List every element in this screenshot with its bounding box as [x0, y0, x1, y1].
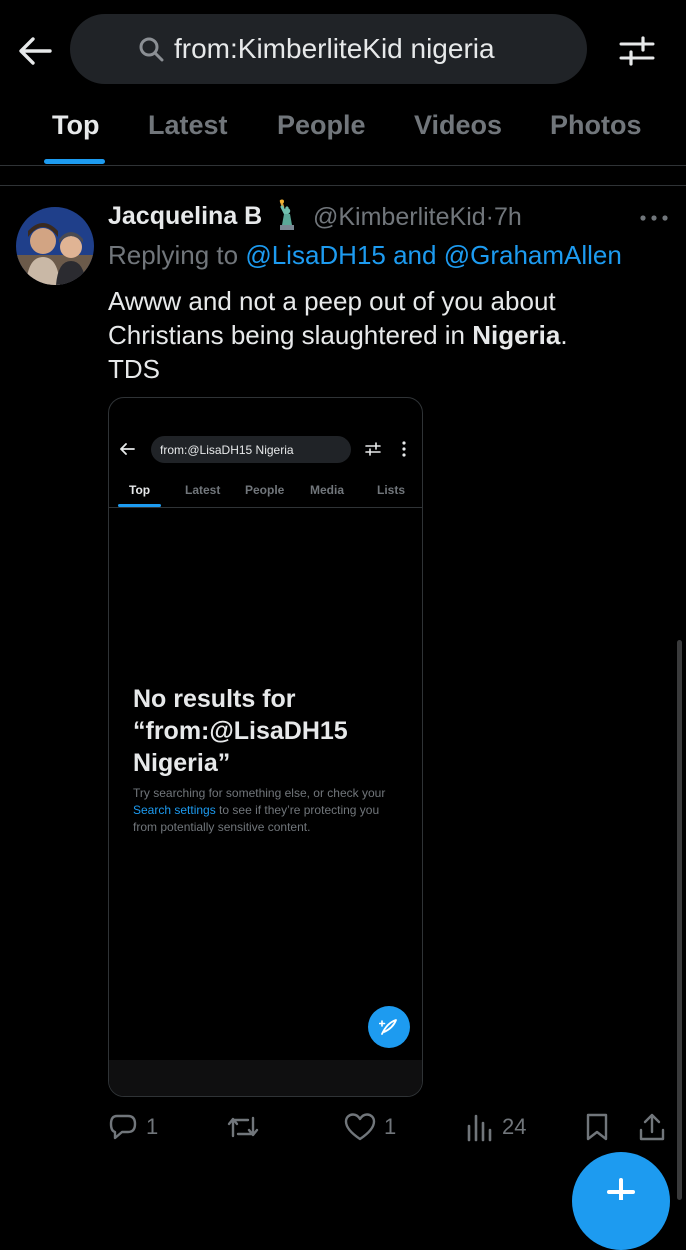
embedded-tab-latest: Latest: [185, 483, 221, 497]
retweet-button[interactable]: [226, 1112, 268, 1142]
embedded-no-results-heading: No results for “from:@LisaDH15 Nigeria”: [133, 685, 348, 777]
tweet-time[interactable]: 7h: [494, 203, 522, 231]
feed-divider: [0, 185, 686, 186]
more-options-button[interactable]: [638, 208, 670, 228]
tweet-text: Awww and not a peep out of you about Chr…: [108, 284, 648, 386]
embedded-search-settings-link: Search settings: [133, 803, 216, 817]
tab-photos[interactable]: Photos: [550, 110, 642, 141]
tab-top[interactable]: Top: [52, 110, 99, 141]
tab-people[interactable]: People: [277, 110, 366, 141]
embedded-sliders-icon: [365, 441, 381, 457]
embedded-tab-media: Media: [310, 483, 345, 497]
embedded-body-start: Try searching for something else, or che…: [133, 786, 386, 800]
replying-to: Replying to @LisaDH15 and @GrahamAllen: [108, 240, 622, 271]
reply-button[interactable]: 1: [108, 1112, 158, 1142]
views-chart-icon: [467, 1114, 492, 1142]
tweet-text-line3: TDS: [108, 354, 160, 384]
back-button[interactable]: [14, 30, 56, 72]
embedded-back-icon: [119, 442, 135, 456]
embedded-tab-lists: Lists: [377, 483, 406, 497]
retweet-icon: [227, 1116, 259, 1138]
embedded-tabs-divider: [109, 507, 422, 508]
embedded-no-results-body: Try searching for something else, or che…: [133, 785, 403, 836]
plus-icon: [607, 1178, 635, 1200]
embedded-bottom-bar: [109, 1060, 422, 1096]
author-handle-time: @KimberliteKid·7h: [313, 203, 522, 232]
search-icon: [139, 37, 164, 62]
avatar[interactable]: [16, 207, 94, 285]
more-horizontal-icon: [640, 215, 668, 221]
views-count: 24: [502, 1114, 527, 1139]
bookmark-button[interactable]: [584, 1112, 610, 1142]
embedded-compose-icon: [368, 1006, 410, 1048]
active-tab-indicator: [44, 159, 105, 164]
author-name[interactable]: Jacquelina B: [108, 202, 262, 231]
reply-count: 1: [146, 1114, 159, 1139]
share-icon: [639, 1113, 665, 1141]
search-input[interactable]: from:KimberliteKid nigeria: [70, 14, 587, 84]
scrollbar[interactable]: [677, 640, 682, 1200]
replying-prefix: Replying to: [108, 240, 239, 270]
like-button[interactable]: 1: [344, 1112, 396, 1142]
sliders-icon: [619, 36, 655, 66]
tweet-media-image[interactable]: from:@LisaDH15 Nigeria Top Latest People…: [108, 397, 423, 1097]
embedded-more-vertical-icon: [401, 441, 407, 457]
author-handle[interactable]: @KimberliteKid: [313, 203, 486, 231]
heart-icon: [344, 1113, 376, 1141]
embedded-tab-people: People: [245, 483, 285, 497]
tweet-text-highlight: Nigeria: [472, 320, 561, 350]
replying-to-users-link[interactable]: @LisaDH15 and @GrahamAllen: [245, 240, 622, 270]
tweet-text-end: .: [560, 320, 568, 350]
tab-videos[interactable]: Videos: [414, 110, 502, 141]
compose-button[interactable]: [572, 1152, 670, 1250]
embedded-tab-top: Top: [129, 483, 151, 497]
reply-icon: [109, 1114, 137, 1140]
bookmark-icon: [586, 1113, 608, 1141]
statue-of-liberty-icon: [272, 199, 302, 231]
tabs-divider: [0, 165, 686, 166]
search-query-text: from:KimberliteKid nigeria: [174, 33, 495, 64]
separator-dot: ·: [485, 203, 494, 231]
embedded-search-pill: from:@LisaDH15 Nigeria: [151, 436, 351, 463]
arrow-left-icon: [19, 37, 52, 65]
embedded-search-query: from:@LisaDH15 Nigeria: [160, 442, 294, 457]
tab-latest[interactable]: Latest: [148, 110, 228, 141]
like-count: 1: [384, 1114, 397, 1139]
share-button[interactable]: [638, 1112, 666, 1142]
search-filter-button[interactable]: [616, 30, 658, 72]
views-button[interactable]: 24: [466, 1112, 526, 1142]
